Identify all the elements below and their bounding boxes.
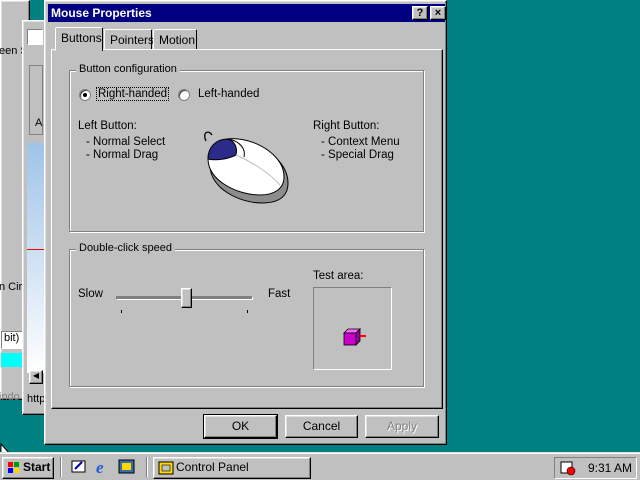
slider-tick [121,310,122,313]
windows-logo-icon [8,462,19,473]
taskbar-item-control-panel[interactable]: Control Panel [153,457,311,479]
left-button-heading: Left Button: [78,120,137,132]
svg-text:e: e [96,458,104,476]
taskbar-separator [146,457,148,477]
test-area-label: Test area: [313,270,364,282]
start-button[interactable]: Start [2,457,54,479]
channels-icon[interactable] [118,458,136,476]
double-click-speed-group: Double-click speed Slow Fast Test area: [69,242,424,387]
apply-button[interactable]: Apply [365,415,439,438]
radio-right-handed[interactable] [79,89,91,101]
bg-window-text: n Cir [0,281,23,293]
dialog-title: Mouse Properties [51,6,152,20]
radio-selected-dot [83,93,87,97]
clock[interactable]: 9:31 AM [588,461,632,475]
cancel-button-label: Cancel [302,419,341,433]
task-label: Control Panel [176,460,249,474]
group-title: Double-click speed [76,242,175,254]
bg-window-panel [7,87,23,227]
left-button-item: - Normal Drag [86,149,159,161]
taskbar-separator [60,457,62,477]
bg-window-text: indo [0,391,20,403]
mouse-properties-dialog: Mouse Properties ? × Buttons Pointers Mo… [44,0,447,445]
left-button-item: - Normal Select [86,136,166,148]
desktop-quicklaunch-icon[interactable] [70,458,88,476]
ok-button-label: OK [231,419,250,433]
bg-window-text: http [27,393,46,405]
bg-window-text: A [35,117,43,129]
internet-explorer-icon[interactable]: e [94,458,112,476]
right-button-item: - Special Drag [321,149,394,161]
scroll-left-arrow-icon[interactable]: ◀ [29,370,43,384]
apply-button-label: Apply [386,419,418,433]
test-area[interactable] [313,287,392,370]
help-button[interactable]: ? [412,6,428,20]
tab-motion[interactable]: Motion [153,29,197,50]
title-bar[interactable]: Mouse Properties ? × [48,4,446,22]
button-configuration-group: Button configuration Right-handed Left-h… [69,63,424,232]
bg-window-field: bit) [1,331,23,349]
tab-buttons[interactable]: Buttons [55,27,103,51]
cancel-button[interactable]: Cancel [285,415,358,438]
tab-panel: Button configuration Right-handed Left-h… [51,49,443,409]
start-label: Start [23,460,51,474]
jack-in-the-box-icon [343,328,366,346]
bg-window-color-strip [1,353,23,367]
system-tray: 9:31 AM [554,457,637,479]
folder-icon [27,29,43,45]
right-handed-label[interactable]: Right-handed [95,87,170,101]
fast-label: Fast [268,288,291,300]
group-title: Button configuration [76,63,180,75]
left-handed-label[interactable]: Left-handed [198,88,259,100]
radio-left-handed[interactable] [178,89,190,101]
schedule-icon[interactable] [560,460,576,476]
control-panel-icon [158,461,174,475]
ok-button[interactable]: OK [203,414,278,439]
taskbar: Start e Control Panel 9:31 AM [0,453,640,480]
slider-thumb[interactable] [181,288,192,308]
tab-pointers[interactable]: Pointers [104,29,154,50]
mouse-illustration-icon [204,131,289,204]
right-button-heading: Right Button: [313,120,380,132]
slider-tick [247,310,248,313]
right-button-item: - Context Menu [321,136,400,148]
close-button[interactable]: × [430,6,446,20]
slow-label: Slow [78,288,103,300]
